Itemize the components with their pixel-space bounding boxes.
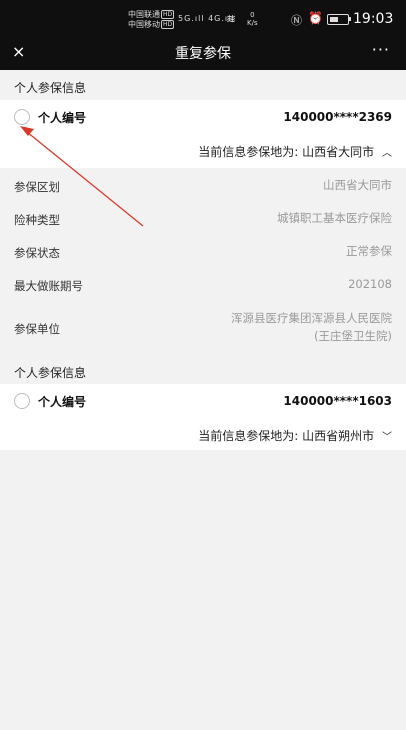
network-speed: 0 K/s bbox=[247, 11, 258, 27]
hd-badge-1: HD bbox=[161, 10, 175, 19]
status-time: 19:03 bbox=[353, 11, 394, 27]
chevron-down-icon: ﹀ bbox=[382, 432, 392, 443]
carrier-1: 中国联通 bbox=[128, 10, 160, 19]
alarm-icon: ⏰ bbox=[308, 11, 323, 25]
detail-label-period: 最大做账期号 bbox=[14, 279, 83, 293]
record-card-2: 个人编号 140000****1603 当前信息参保地为: 山西省朔州市 ﹀ bbox=[0, 384, 406, 450]
detail-value-status: 正常参保 bbox=[346, 244, 392, 258]
page-title: 重复参保 bbox=[175, 46, 231, 62]
id-label-1: 个人编号 bbox=[38, 111, 87, 125]
employer-line-1: 浑源县医疗集团浑源县人民医院 bbox=[231, 311, 392, 325]
detail-label-status: 参保状态 bbox=[14, 246, 60, 260]
section-title-2: 个人参保信息 bbox=[14, 366, 87, 380]
detail-label-insurance-type: 险种类型 bbox=[14, 213, 60, 227]
detail-value-employer: 浑源县医疗集团浑源县人民医院 (王庄堡卫生院) bbox=[231, 309, 392, 345]
detail-value-period: 202108 bbox=[348, 277, 392, 291]
radio-select-2[interactable] bbox=[14, 393, 30, 409]
detail-label-employer: 参保单位 bbox=[14, 322, 60, 336]
location-toggle-1[interactable]: 当前信息参保地为: 山西省大同市 ︿ bbox=[198, 143, 392, 160]
radio-select-1[interactable] bbox=[14, 109, 30, 125]
location-prefix-2: 当前信息参保地为: bbox=[198, 429, 299, 443]
detail-value-insurance-type: 城镇职工基本医疗保险 bbox=[277, 211, 392, 225]
detail-value-region: 山西省大同市 bbox=[323, 178, 392, 192]
id-value-1: 140000****2369 bbox=[283, 110, 392, 124]
wifi-icon: ≋ bbox=[226, 12, 237, 26]
hd-badge-2: HD bbox=[161, 20, 175, 29]
record-card-1: 个人编号 140000****2369 当前信息参保地为: 山西省大同市 ︿ bbox=[0, 100, 406, 168]
battery-tip bbox=[349, 17, 351, 21]
carrier-info: 中国联通 HD 中国移动 HD bbox=[128, 10, 175, 30]
nav-bar: × 重复参保 ··· bbox=[0, 36, 406, 68]
battery-icon bbox=[327, 14, 349, 25]
id-value-2: 140000****1603 bbox=[283, 394, 392, 408]
nfc-icon: Ⓝ bbox=[291, 14, 302, 27]
location-value-2: 山西省朔州市 bbox=[302, 429, 375, 443]
top-bar: 中国联通 HD 中国移动 HD 5G.ıll 4G.ıll ≋ 0 K/s Ⓝ ⏰ 1… bbox=[0, 0, 406, 70]
location-value-1: 山西省大同市 bbox=[302, 145, 375, 159]
section-title-1: 个人参保信息 bbox=[14, 81, 87, 95]
location-prefix-1: 当前信息参保地为: bbox=[198, 145, 299, 159]
id-label-2: 个人编号 bbox=[38, 395, 87, 409]
carrier-2: 中国移动 bbox=[128, 20, 160, 29]
employer-line-2: (王庄堡卫生院) bbox=[314, 329, 392, 343]
status-bar: 中国联通 HD 中国移动 HD 5G.ıll 4G.ıll ≋ 0 K/s Ⓝ ⏰ 1… bbox=[0, 6, 406, 34]
record-details-1: 参保区划 山西省大同市 险种类型 城镇职工基本医疗保险 参保状态 正常参保 最大… bbox=[0, 168, 406, 352]
chevron-up-icon: ︿ bbox=[382, 148, 392, 159]
more-icon[interactable]: ··· bbox=[372, 40, 390, 59]
location-toggle-2[interactable]: 当前信息参保地为: 山西省朔州市 ﹀ bbox=[198, 427, 392, 444]
detail-label-region: 参保区划 bbox=[14, 180, 60, 194]
